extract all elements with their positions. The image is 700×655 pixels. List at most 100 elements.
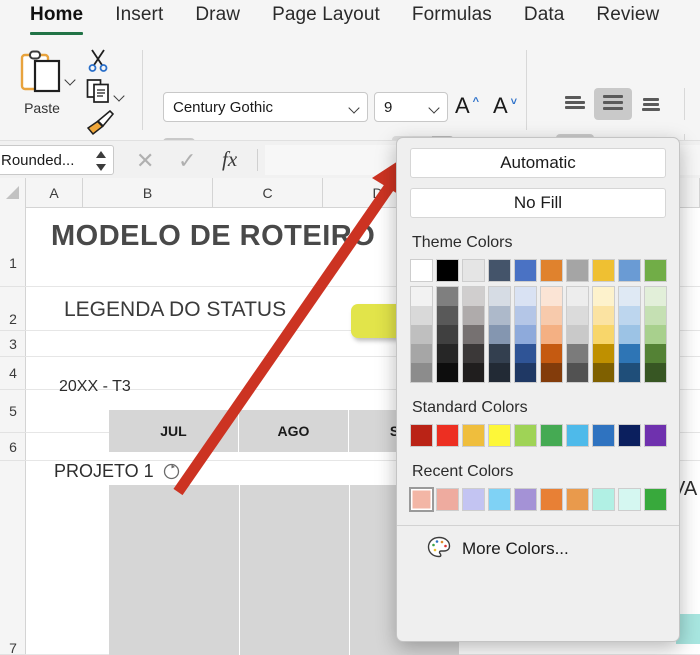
theme-shade-swatch-5-2[interactable]: [541, 325, 562, 344]
row-header-1[interactable]: 1: [0, 208, 26, 287]
theme-shade-swatch-8-4[interactable]: [619, 363, 640, 382]
theme-color-swatch-4[interactable]: [514, 259, 537, 282]
fx-icon[interactable]: fx: [222, 147, 237, 172]
font-family-chevron-down-icon[interactable]: [350, 104, 361, 111]
theme-color-swatch-9[interactable]: [644, 259, 667, 282]
theme-shade-swatch-7-2[interactable]: [593, 325, 614, 344]
tab-formulas[interactable]: Formulas: [396, 0, 508, 26]
theme-shade-swatch-5-3[interactable]: [541, 344, 562, 363]
paste-button[interactable]: Paste: [8, 44, 80, 140]
recent-color-swatch-5[interactable]: [540, 488, 563, 511]
recent-color-swatch-9[interactable]: [644, 488, 667, 511]
recent-color-swatch-4[interactable]: [514, 488, 537, 511]
recent-color-swatch-2[interactable]: [462, 488, 485, 511]
theme-color-swatch-5[interactable]: [540, 259, 563, 282]
standard-color-swatch-0[interactable]: [410, 424, 433, 447]
theme-shade-swatch-4-1[interactable]: [515, 306, 536, 325]
theme-shade-swatch-3-0[interactable]: [489, 287, 510, 306]
theme-shade-swatch-0-0[interactable]: [411, 287, 432, 306]
theme-shade-swatch-9-4[interactable]: [645, 363, 666, 382]
tab-data[interactable]: Data: [508, 0, 581, 26]
theme-shade-swatch-8-0[interactable]: [619, 287, 640, 306]
tab-page-layout[interactable]: Page Layout: [256, 0, 396, 26]
theme-shade-swatch-4-4[interactable]: [515, 363, 536, 382]
theme-shade-swatch-1-0[interactable]: [437, 287, 458, 306]
theme-shade-swatch-1-3[interactable]: [437, 344, 458, 363]
theme-shade-swatch-6-4[interactable]: [567, 363, 588, 382]
column-header-b[interactable]: B: [83, 178, 213, 208]
standard-color-swatch-3[interactable]: [488, 424, 511, 447]
theme-shade-swatch-5-0[interactable]: [541, 287, 562, 306]
row-header-6[interactable]: 6: [0, 433, 26, 461]
theme-shade-swatch-2-1[interactable]: [463, 306, 484, 325]
theme-shade-swatch-1-4[interactable]: [437, 363, 458, 382]
theme-shade-swatch-4-3[interactable]: [515, 344, 536, 363]
align-bottom-button[interactable]: [632, 88, 670, 120]
row-header-5[interactable]: 5: [0, 390, 26, 433]
theme-shade-swatch-6-0[interactable]: [567, 287, 588, 306]
theme-shade-swatch-2-4[interactable]: [463, 363, 484, 382]
standard-color-swatch-8[interactable]: [618, 424, 641, 447]
theme-shade-swatch-4-2[interactable]: [515, 325, 536, 344]
theme-shade-swatch-4-0[interactable]: [515, 287, 536, 306]
paste-chevron-down-icon[interactable]: [66, 76, 77, 83]
theme-shade-swatch-8-3[interactable]: [619, 344, 640, 363]
tab-review[interactable]: Review: [580, 0, 675, 26]
font-family-combobox[interactable]: Century Gothic: [163, 92, 368, 122]
increase-font-size-button[interactable]: A ^: [455, 93, 481, 119]
recent-color-swatch-7[interactable]: [592, 488, 615, 511]
theme-shade-swatch-8-1[interactable]: [619, 306, 640, 325]
theme-shade-swatch-0-3[interactable]: [411, 344, 432, 363]
align-middle-button[interactable]: [594, 88, 632, 120]
theme-shade-swatch-5-4[interactable]: [541, 363, 562, 382]
decrease-font-size-button[interactable]: A ˅: [493, 93, 519, 119]
theme-shade-swatch-2-2[interactable]: [463, 325, 484, 344]
theme-shade-swatch-3-2[interactable]: [489, 325, 510, 344]
more-colors-item[interactable]: More Colors...: [397, 526, 679, 572]
theme-color-swatch-3[interactable]: [488, 259, 511, 282]
name-box-spinner[interactable]: [95, 150, 107, 172]
theme-shade-swatch-2-3[interactable]: [463, 344, 484, 363]
column-header-c[interactable]: C: [213, 178, 323, 208]
column-header-a[interactable]: A: [26, 178, 83, 208]
name-box[interactable]: Rounded...: [0, 145, 114, 175]
recent-color-swatch-3[interactable]: [488, 488, 511, 511]
copy-chevron-down-icon[interactable]: [115, 92, 126, 99]
scissors-icon[interactable]: [86, 48, 110, 72]
theme-shade-swatch-0-4[interactable]: [411, 363, 432, 382]
tab-draw[interactable]: Draw: [179, 0, 256, 26]
font-size-chevron-down-icon[interactable]: [430, 104, 441, 111]
enter-check-icon[interactable]: ✓: [178, 148, 196, 174]
format-painter-icon[interactable]: [86, 109, 115, 136]
fill-color-dropdown[interactable]: Automatic No Fill Theme Colors Standard …: [396, 137, 680, 642]
theme-shade-swatch-3-4[interactable]: [489, 363, 510, 382]
theme-shade-swatch-3-1[interactable]: [489, 306, 510, 325]
recent-color-swatch-8[interactable]: [618, 488, 641, 511]
standard-color-swatch-1[interactable]: [436, 424, 459, 447]
tab-insert[interactable]: Insert: [99, 0, 179, 26]
theme-shade-swatch-6-1[interactable]: [567, 306, 588, 325]
no-fill-item[interactable]: No Fill: [410, 188, 666, 218]
copy-icon[interactable]: [86, 78, 112, 104]
cancel-x-icon[interactable]: ✕: [136, 148, 154, 174]
align-top-button[interactable]: [556, 88, 594, 120]
automatic-color-item[interactable]: Automatic: [410, 148, 666, 178]
theme-shade-swatch-6-3[interactable]: [567, 344, 588, 363]
standard-color-swatch-7[interactable]: [592, 424, 615, 447]
standard-color-swatch-4[interactable]: [514, 424, 537, 447]
standard-color-swatch-2[interactable]: [462, 424, 485, 447]
standard-color-swatch-9[interactable]: [644, 424, 667, 447]
select-all-corner[interactable]: [0, 178, 26, 208]
theme-shade-swatch-7-4[interactable]: [593, 363, 614, 382]
theme-shade-swatch-9-3[interactable]: [645, 344, 666, 363]
row-header-7[interactable]: 7: [0, 461, 26, 655]
theme-color-swatch-8[interactable]: [618, 259, 641, 282]
theme-shade-swatch-7-3[interactable]: [593, 344, 614, 363]
row-header-2[interactable]: 2: [0, 287, 26, 331]
theme-shade-swatch-7-1[interactable]: [593, 306, 614, 325]
tab-home[interactable]: Home: [14, 0, 99, 35]
theme-shade-swatch-3-3[interactable]: [489, 344, 510, 363]
row-header-3[interactable]: 3: [0, 331, 26, 357]
theme-color-swatch-2[interactable]: [462, 259, 485, 282]
theme-shade-swatch-8-2[interactable]: [619, 325, 640, 344]
